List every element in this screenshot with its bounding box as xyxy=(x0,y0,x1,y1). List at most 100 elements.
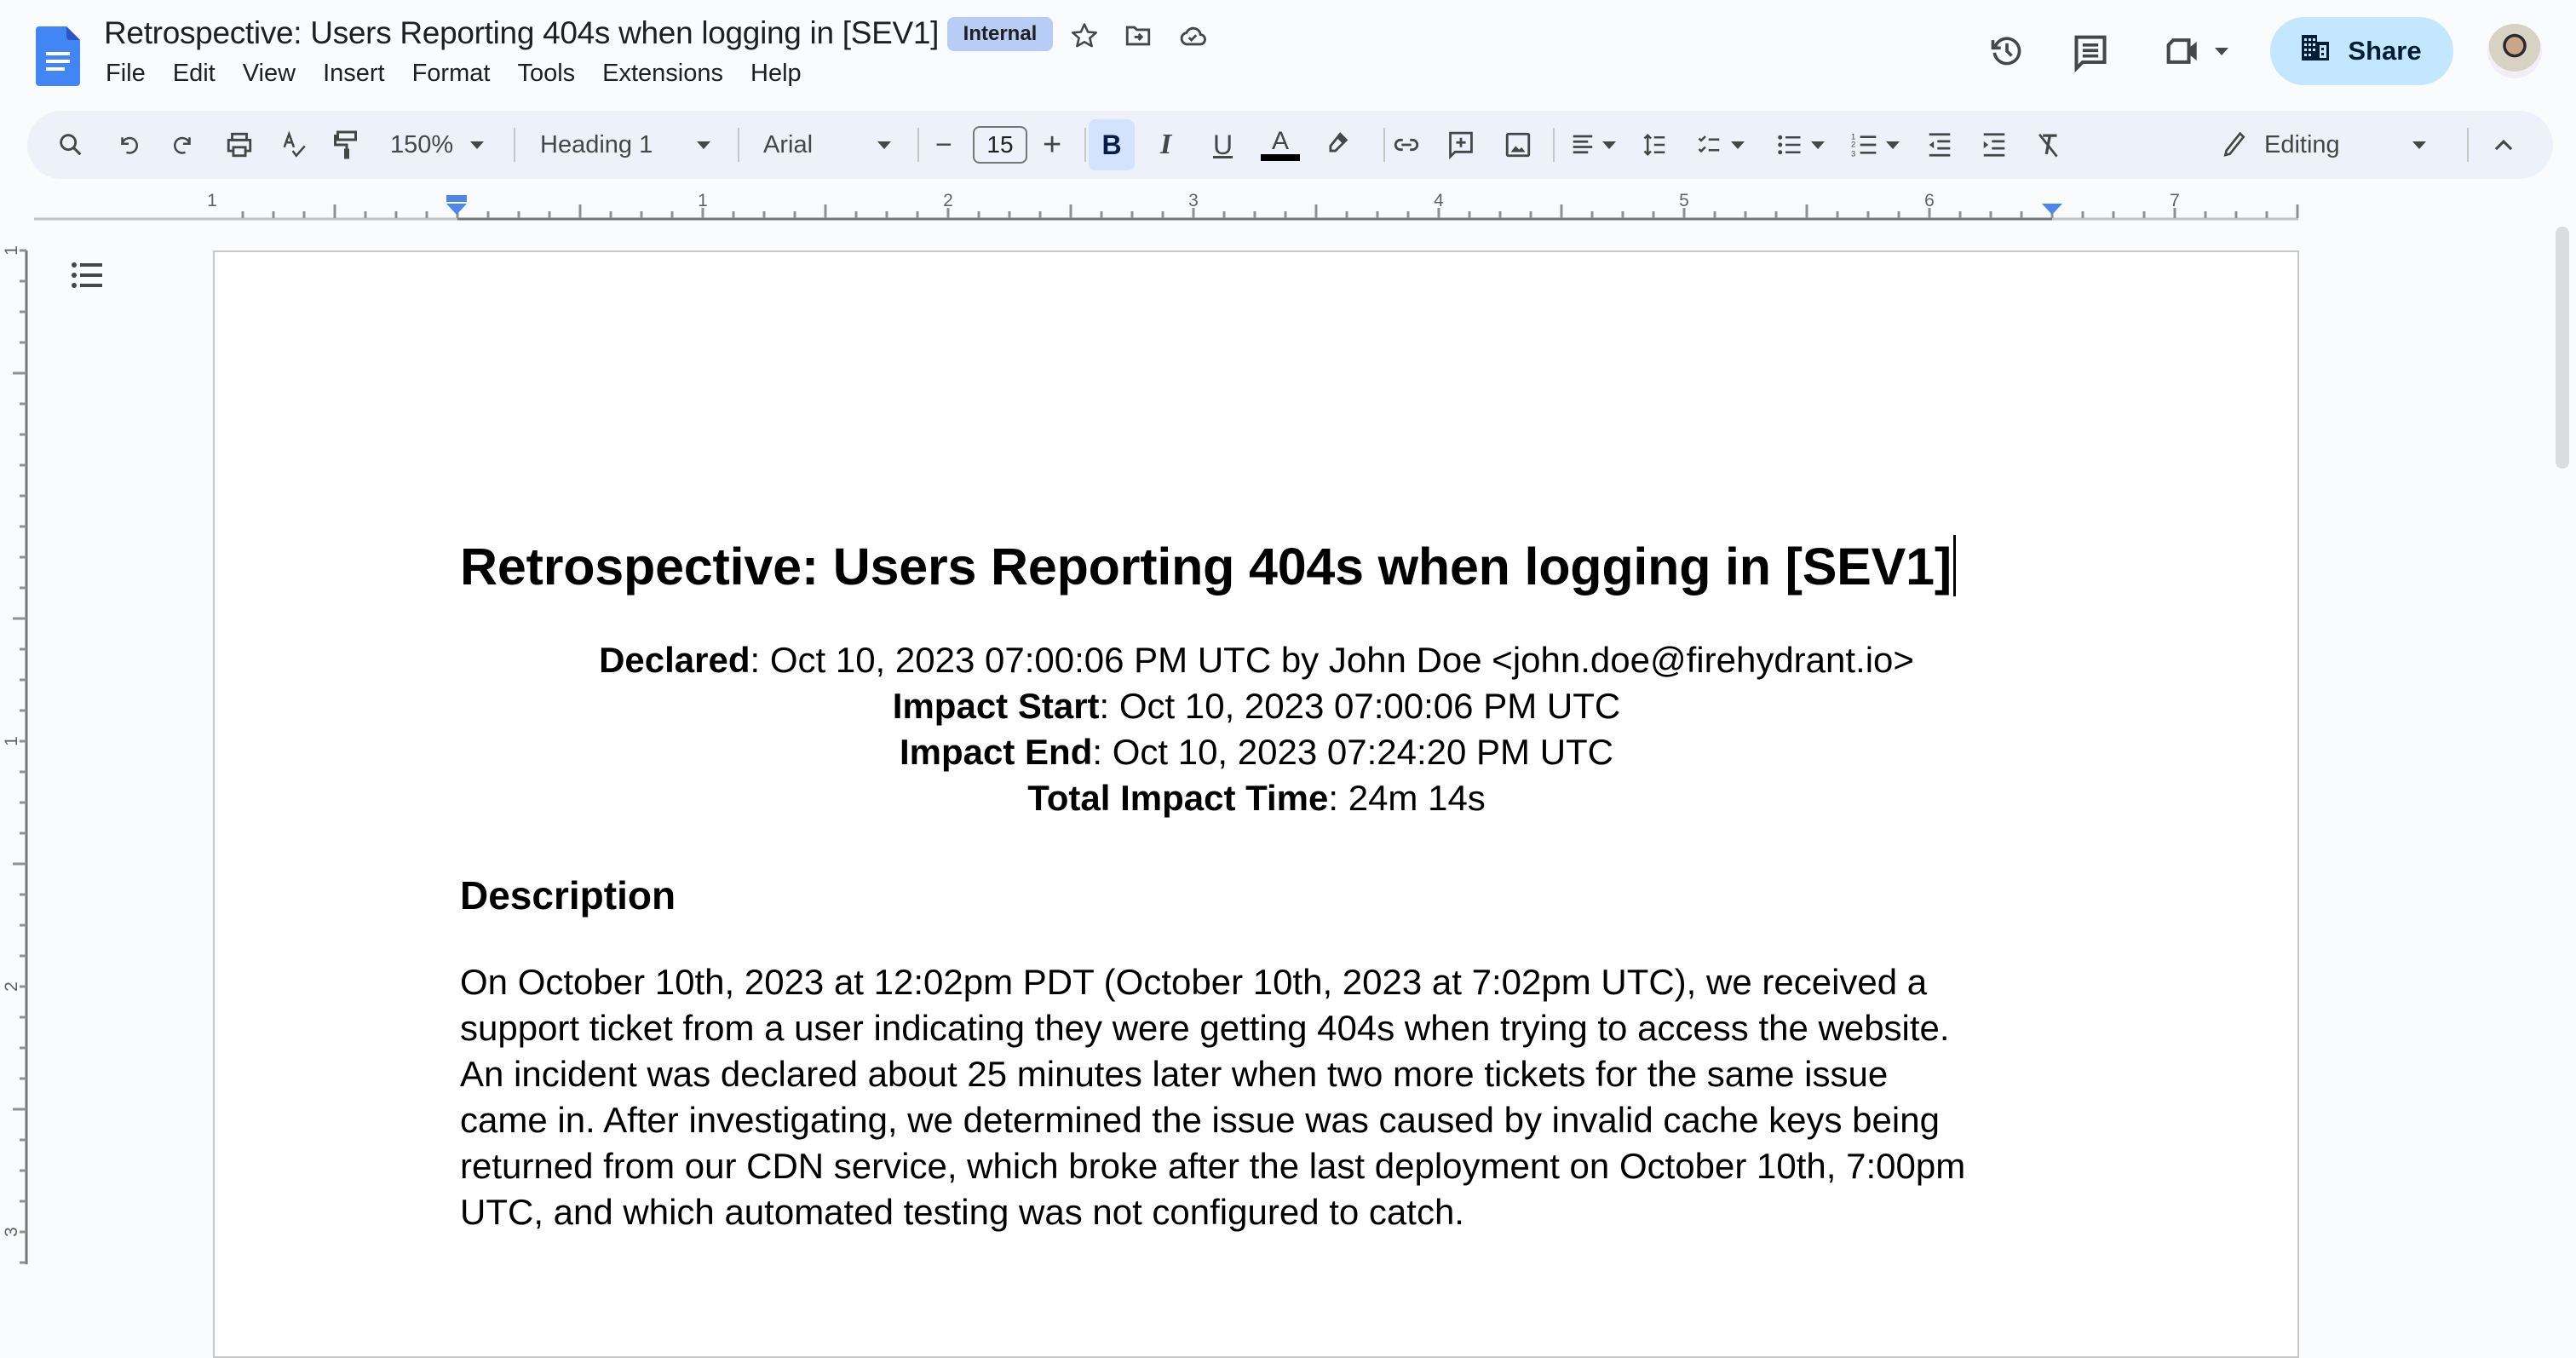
numbered-list-dropdown[interactable]: 123 xyxy=(1850,111,1900,179)
description-paragraph[interactable]: On October 10th, 2023 at 12:02pm PDT (Oc… xyxy=(460,959,2061,1235)
insert-link-icon[interactable] xyxy=(1392,111,1421,179)
vertical-ruler[interactable]: 1 1 2 3 xyxy=(0,222,34,1264)
print-icon[interactable] xyxy=(225,111,254,179)
spelling-check-icon[interactable] xyxy=(279,111,308,179)
highlight-color-icon[interactable] xyxy=(1322,111,1351,179)
ruler-label: 1 xyxy=(2,736,21,746)
paragraph-line: An incident was declared about 25 minute… xyxy=(460,1054,1889,1094)
menu-tools[interactable]: Tools xyxy=(517,60,575,88)
meta-label: Impact End xyxy=(899,732,1093,772)
meta-line-impact-end[interactable]: Impact End: Oct 10, 2023 07:24:20 PM UTC xyxy=(460,729,2053,775)
menu-help[interactable]: Help xyxy=(750,60,802,88)
document-title[interactable]: Retrospective: Users Reporting 404s when… xyxy=(104,15,939,51)
meet-video-icon[interactable] xyxy=(2164,32,2205,70)
zoom-dropdown[interactable]: 150% xyxy=(390,111,485,179)
paint-format-icon[interactable] xyxy=(334,111,359,179)
hide-menus-chevron-up-icon[interactable] xyxy=(2493,111,2515,179)
increase-indent-icon[interactable] xyxy=(1981,111,2007,179)
move-to-folder-icon[interactable] xyxy=(1121,19,1155,53)
redo-icon[interactable] xyxy=(170,111,196,179)
text-color-swatch xyxy=(1261,154,1300,161)
font-size-input[interactable]: 15 xyxy=(973,126,1027,164)
italic-button[interactable]: I xyxy=(1160,111,1171,179)
add-comment-icon[interactable] xyxy=(1446,111,1475,179)
star-icon[interactable] xyxy=(1067,19,1101,53)
meta-line-total-impact[interactable]: Total Impact Time: 24m 14s xyxy=(460,775,2053,821)
undo-icon[interactable] xyxy=(116,111,141,179)
clear-formatting-icon[interactable] xyxy=(2036,111,2061,179)
bold-button[interactable]: B xyxy=(1089,119,1135,170)
paragraph-line: returned from our CDN service, which bro… xyxy=(460,1146,1966,1186)
editing-mode-dropdown[interactable]: Editing xyxy=(2222,111,2426,179)
text-color-letter: A xyxy=(1271,127,1289,155)
decrease-indent-icon[interactable] xyxy=(1927,111,1952,179)
left-indent-marker[interactable] xyxy=(446,204,467,215)
editing-caret-icon xyxy=(2412,141,2426,149)
align-dropdown[interactable] xyxy=(1570,111,1616,179)
toolbar-divider xyxy=(1553,128,1555,162)
insert-image-icon[interactable] xyxy=(1504,111,1532,179)
ruler-label: 4 xyxy=(1434,191,1444,210)
meta-line-declared[interactable]: Declared: Oct 10, 2023 07:00:06 PM UTC b… xyxy=(460,637,2053,683)
ruler-label: 5 xyxy=(1679,191,1689,210)
meta-line-impact-start[interactable]: Impact Start: Oct 10, 2023 07:00:06 PM U… xyxy=(460,683,2053,729)
ruler-label: 2 xyxy=(2,981,21,992)
document-outline-icon[interactable] xyxy=(72,261,106,291)
decrease-font-size-button[interactable]: − xyxy=(935,111,952,179)
line-spacing-icon[interactable] xyxy=(1641,111,1670,179)
text-color-button[interactable]: A xyxy=(1261,111,1300,179)
meta-value: : Oct 10, 2023 07:00:06 PM UTC xyxy=(1099,686,1621,726)
font-caret-icon xyxy=(877,141,891,149)
numbered-list-icon: 123 xyxy=(1851,132,1877,158)
checklist-caret-icon xyxy=(1731,141,1745,149)
toolbar-divider xyxy=(1383,128,1385,162)
align-left-icon xyxy=(1573,135,1593,154)
menu-file[interactable]: File xyxy=(106,60,146,88)
google-docs-logo-icon[interactable] xyxy=(36,26,80,86)
zoom-caret-icon xyxy=(470,141,485,149)
share-button[interactable]: Share xyxy=(2270,17,2453,85)
user-avatar[interactable] xyxy=(2487,24,2542,78)
paragraph-line: UTC, and which automated testing was not… xyxy=(460,1192,1464,1232)
style-caret-icon xyxy=(697,141,710,149)
font-family-dropdown[interactable]: Arial xyxy=(763,111,891,179)
horizontal-ruler[interactable]: 1 1 2 3 4 5 6 7 xyxy=(0,187,2556,222)
cloud-saved-icon[interactable] xyxy=(1176,19,1210,53)
menu-view[interactable]: View xyxy=(243,60,296,88)
menu-insert[interactable]: Insert xyxy=(323,60,385,88)
heading-text: Retrospective: Users Reporting 404s when… xyxy=(460,538,1952,596)
numbered-list-caret-icon xyxy=(1886,141,1900,149)
ruler-label: 1 xyxy=(698,191,708,210)
vertical-scrollbar-thumb[interactable] xyxy=(2556,227,2569,469)
paragraph-line: On October 10th, 2023 at 12:02pm PDT (Oc… xyxy=(460,962,1928,1002)
share-label: Share xyxy=(2348,36,2422,66)
ruler-label: 1 xyxy=(2,245,21,256)
checklist-dropdown[interactable] xyxy=(1695,111,1745,179)
menu-extensions[interactable]: Extensions xyxy=(602,60,723,88)
ruler-label: 1 xyxy=(207,191,217,210)
toolbar-divider xyxy=(2467,128,2469,162)
ruler-label: 7 xyxy=(2170,191,2180,210)
label-badge[interactable]: Internal xyxy=(947,17,1053,51)
menu-format[interactable]: Format xyxy=(412,60,491,88)
section-heading-description[interactable]: Description xyxy=(460,872,676,918)
ruler-label: 3 xyxy=(2,1227,21,1237)
meet-dropdown-caret-icon[interactable] xyxy=(2215,48,2228,55)
search-menus-icon[interactable] xyxy=(56,111,85,179)
font-family-value: Arial xyxy=(763,130,814,158)
paragraph-line: support ticket from a user indicating th… xyxy=(460,1008,1950,1048)
comments-icon[interactable] xyxy=(2072,32,2109,73)
increase-font-size-button[interactable]: + xyxy=(1043,111,1061,179)
right-indent-marker[interactable] xyxy=(2042,204,2062,215)
menu-edit[interactable]: Edit xyxy=(173,60,216,88)
paragraph-style-dropdown[interactable]: Heading 1 xyxy=(540,111,710,179)
version-history-icon[interactable] xyxy=(1988,32,2026,70)
underline-button[interactable]: U xyxy=(1213,111,1233,179)
meta-label: Declared xyxy=(599,640,750,680)
align-caret-icon xyxy=(1602,141,1616,149)
document-heading-title[interactable]: Retrospective: Users Reporting 404s when… xyxy=(460,535,1956,596)
svg-text:2: 2 xyxy=(1851,141,1855,149)
first-line-indent-marker[interactable] xyxy=(446,195,467,202)
bulleted-list-dropdown[interactable] xyxy=(1775,111,1825,179)
zoom-value: 150% xyxy=(390,130,454,158)
